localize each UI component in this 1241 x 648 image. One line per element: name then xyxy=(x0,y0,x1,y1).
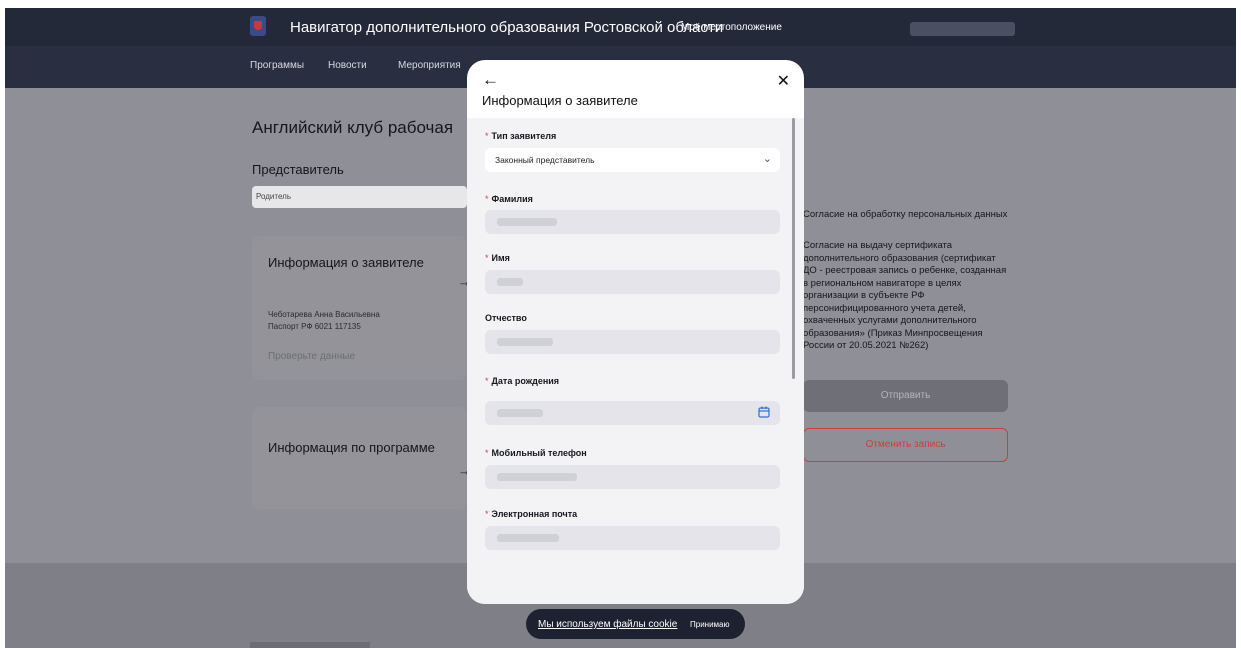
send-button[interactable]: Отправить xyxy=(803,380,1008,412)
representative-select[interactable]: Родитель xyxy=(252,186,467,208)
patronymic-label: Отчество xyxy=(485,313,527,323)
applicant-name: Чеботарева Анна Васильевна xyxy=(268,310,380,319)
redacted-value xyxy=(497,534,559,542)
redacted-value xyxy=(497,338,553,346)
redacted-value xyxy=(497,218,557,226)
location-link[interactable]: Моё местоположение xyxy=(681,22,782,33)
account-area[interactable] xyxy=(910,22,1015,36)
email-label: * Электронная почта xyxy=(485,509,578,519)
applicant-info-modal: ← ✕ Информация о заявителе * Тип заявител… xyxy=(467,60,804,604)
applicant-type-select[interactable]: Законный представитель ⌄ xyxy=(485,148,780,172)
program-title: Английский клуб рабочая xyxy=(252,118,454,137)
phone-label: * Мобильный телефон xyxy=(485,448,587,458)
birth-date-label: * Дата рождения xyxy=(485,376,560,386)
applicant-type-value: Законный представитель xyxy=(495,155,595,165)
calendar-icon[interactable] xyxy=(758,406,770,418)
chevron-down-icon: ⌄ xyxy=(762,153,772,165)
applicant-card-title: Информация о заявителе xyxy=(268,255,424,270)
region-logo-icon[interactable] xyxy=(250,16,266,36)
footer-text-placeholder xyxy=(250,642,370,648)
cookie-policy-link[interactable]: Мы используем файлы cookie xyxy=(538,619,677,630)
site-title[interactable]: Навигатор дополнительного образования Ро… xyxy=(290,19,723,36)
top-header: Навигатор дополнительного образования Ро… xyxy=(5,8,1236,46)
program-card-title: Информация по программе xyxy=(268,440,435,455)
close-icon[interactable]: ✕ xyxy=(777,71,790,91)
birth-date-field[interactable] xyxy=(485,401,780,425)
email-field[interactable] xyxy=(485,526,780,550)
redacted-value xyxy=(497,409,543,417)
modal-title: Информация о заявителе xyxy=(482,93,638,108)
phone-field[interactable] xyxy=(485,465,780,489)
cookie-accept-button[interactable]: Принимаю xyxy=(690,620,730,629)
program-card[interactable]: Информация по программе → xyxy=(252,407,471,509)
nav-news[interactable]: Новости xyxy=(328,60,367,71)
patronymic-field[interactable] xyxy=(485,330,780,354)
applicant-passport: Паспорт РФ 6021 117135 xyxy=(268,322,361,331)
surname-field[interactable] xyxy=(485,210,780,234)
cookie-banner: Мы используем файлы cookie Принимаю xyxy=(526,609,745,639)
applicant-type-label: * Тип заявителя xyxy=(485,131,557,141)
surname-label: * Фамилия xyxy=(485,194,533,204)
consent-certificate[interactable]: Согласие на выдачу сертификата дополните… xyxy=(803,240,1009,353)
arrow-left-icon[interactable]: ← xyxy=(482,70,499,90)
consent-personal-data[interactable]: Согласие на обработку персональных данны… xyxy=(803,209,1009,222)
first-name-label: * Имя xyxy=(485,253,510,263)
first-name-field[interactable] xyxy=(485,270,780,294)
redacted-value xyxy=(497,473,577,481)
nav-programs[interactable]: Программы xyxy=(250,60,304,71)
applicant-card[interactable]: Информация о заявителе → Чеботарева Анна… xyxy=(252,236,471,380)
check-data-link[interactable]: Проверьте данные xyxy=(268,351,355,362)
modal-scrollbar[interactable] xyxy=(792,118,795,598)
scrollbar-thumb[interactable] xyxy=(792,118,795,379)
representative-label: Представитель xyxy=(252,162,344,177)
redacted-value xyxy=(497,278,523,286)
nav-events[interactable]: Мероприятия xyxy=(398,60,461,71)
modal-form: * Тип заявителя Законный представитель ⌄ … xyxy=(467,118,804,604)
cancel-enrollment-button[interactable]: Отменить запись xyxy=(803,428,1008,462)
